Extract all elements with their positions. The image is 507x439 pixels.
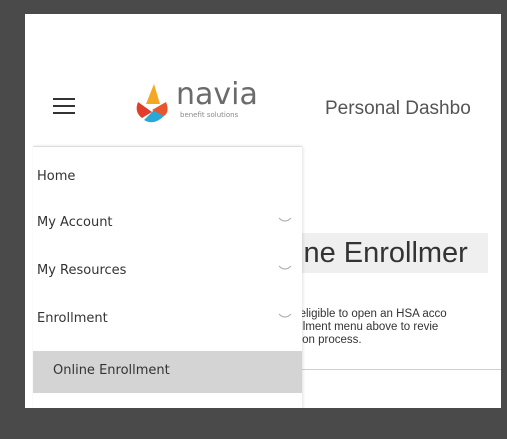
dashboard-title[interactable]: Personal Dashbo: [325, 98, 471, 120]
menu-item-enrollment[interactable]: Enrollment: [33, 309, 302, 331]
page-title: ine Enrollmer: [287, 233, 488, 273]
enrollment-notice: e eligible to open an HSA acco rollment …: [290, 308, 501, 370]
logo-tagline: benefit solutions: [180, 111, 239, 119]
submenu-item-online-enrollment[interactable]: Online Enrollment: [33, 351, 302, 393]
side-nav-menu: Home My Account My Resources Enrollment …: [33, 146, 302, 408]
app-viewport: navia benefit solutions Personal Dashbo …: [25, 14, 501, 408]
menu-item-my-resources[interactable]: My Resources: [33, 261, 302, 283]
menu-item-label: Enrollment: [37, 311, 108, 326]
navia-logo[interactable]: navia benefit solutions: [130, 77, 280, 124]
chevron-down-icon: [278, 313, 292, 318]
chevron-down-icon: [278, 217, 292, 222]
hamburger-line: [53, 98, 75, 100]
menu-item-my-account[interactable]: My Account: [33, 213, 302, 235]
hamburger-menu-icon[interactable]: [53, 98, 75, 114]
logo-wordmark: navia: [176, 77, 258, 112]
hamburger-line: [53, 112, 75, 114]
menu-item-label: Home: [37, 169, 76, 184]
notice-line: ation process.: [290, 334, 362, 346]
menu-item-label: My Resources: [37, 263, 127, 278]
submenu-item-label: Online Enrollment: [53, 363, 170, 378]
menu-item-home[interactable]: Home: [33, 167, 302, 189]
menu-item-label: My Account: [37, 215, 113, 230]
notice-line: e eligible to open an HSA acco: [290, 308, 447, 320]
chevron-down-icon: [278, 265, 292, 270]
navia-logo-mark-icon: [136, 84, 168, 123]
notice-line: rollment menu above to revie: [290, 321, 439, 333]
top-header: navia benefit solutions Personal Dashbo: [25, 14, 501, 144]
hamburger-line: [53, 105, 75, 107]
